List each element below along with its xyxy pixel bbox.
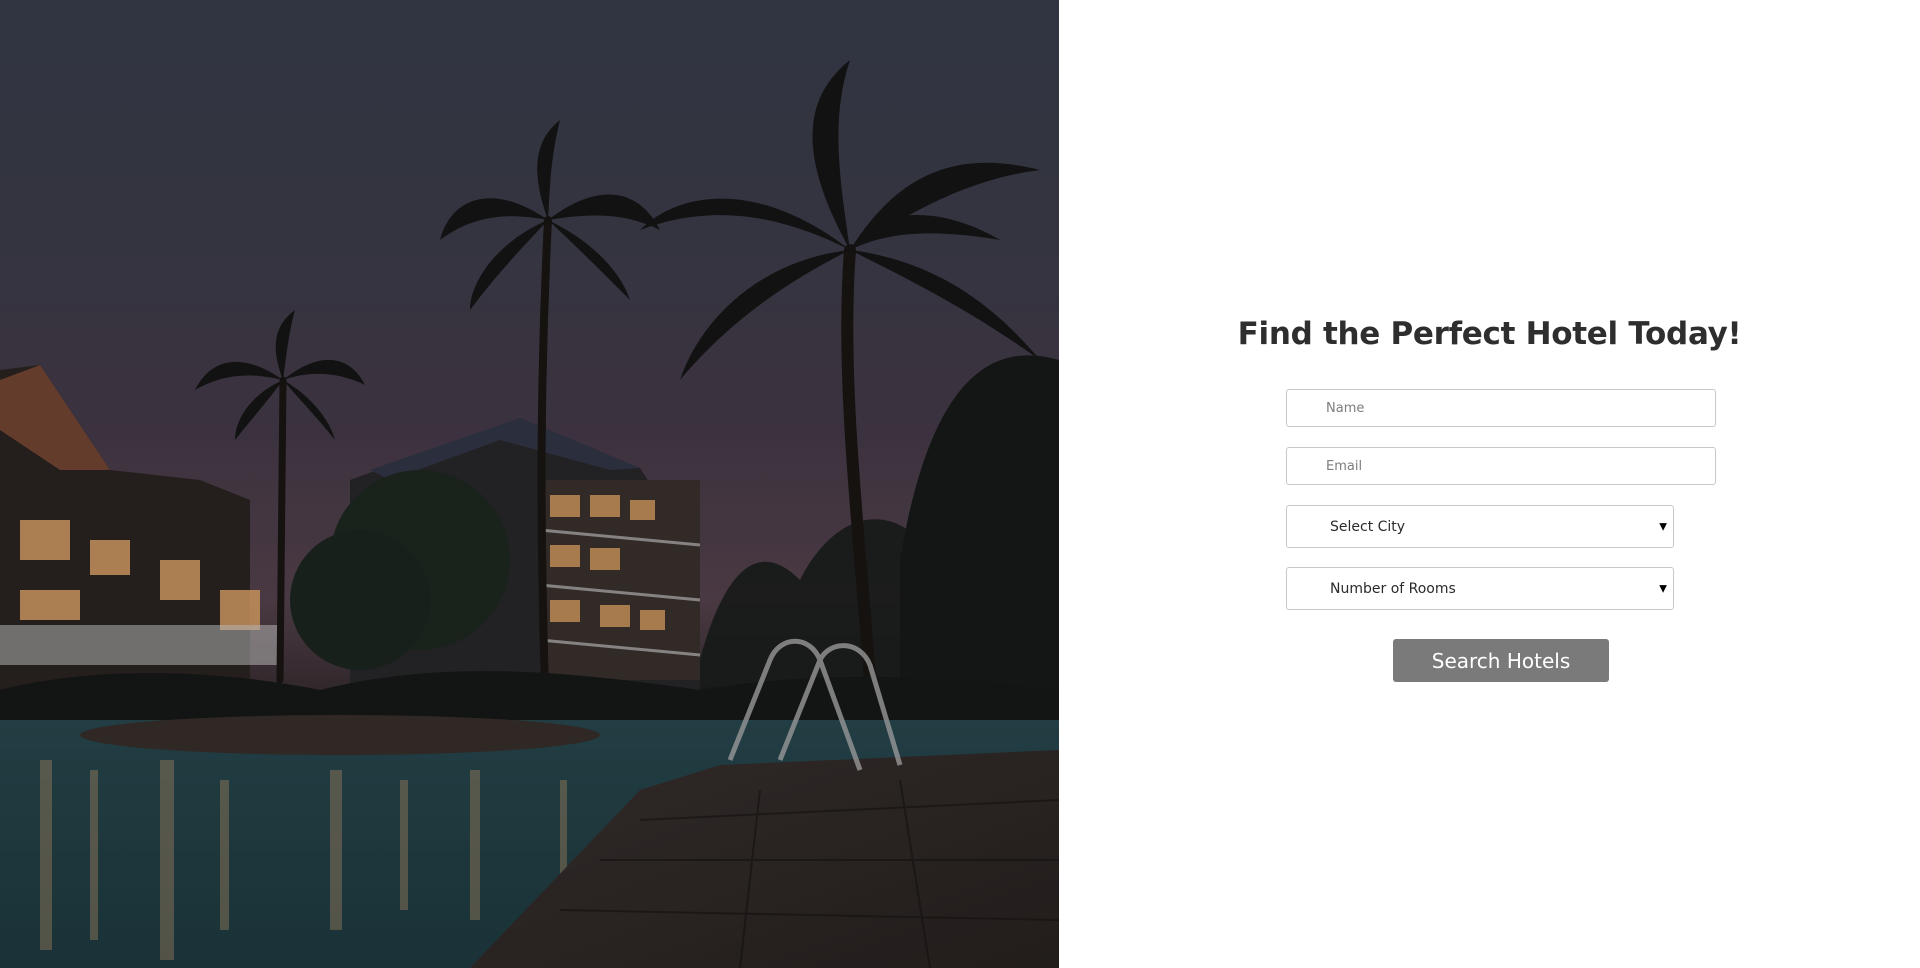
city-select-value: Select City xyxy=(1330,518,1406,535)
search-hotels-button[interactable]: Search Hotels xyxy=(1393,639,1609,682)
page-title: Find the Perfect Hotel Today! xyxy=(1237,316,1742,352)
chevron-down-icon: ▼ xyxy=(1659,521,1667,532)
resort-night-scene xyxy=(0,0,1059,968)
rooms-select-value: Number of Rooms xyxy=(1330,580,1456,597)
rooms-select[interactable]: Number of Rooms ▼ xyxy=(1286,567,1674,610)
city-select[interactable]: Select City ▼ xyxy=(1286,505,1674,548)
search-form-panel: Find the Perfect Hotel Today! Select Cit… xyxy=(1059,0,1920,968)
hero-image xyxy=(0,0,1059,968)
name-input[interactable] xyxy=(1286,389,1716,427)
email-input[interactable] xyxy=(1286,447,1716,485)
chevron-down-icon: ▼ xyxy=(1659,583,1667,594)
